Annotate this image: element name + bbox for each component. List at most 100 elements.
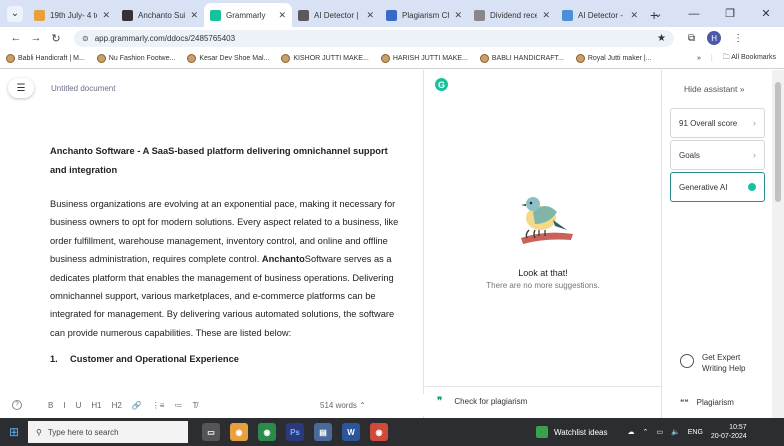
reload-button[interactable]: ↻ xyxy=(46,32,66,45)
word-icon[interactable]: W xyxy=(342,423,360,441)
browser-tab[interactable]: AI Detector | Ch ✕ xyxy=(292,3,380,27)
bookmark-item[interactable]: KISHOR JUTTI MAKE... xyxy=(281,54,369,63)
bookmark-item[interactable]: Kesar Dev Shoe Mal... xyxy=(187,54,269,63)
hide-assistant-button[interactable]: Hide assistant » xyxy=(684,84,745,94)
document-body[interactable]: Anchanto Software - A SaaS-based platfor… xyxy=(50,142,400,369)
quote-icon: ❝❝ xyxy=(680,398,689,407)
check-plagiarism-button[interactable]: ❞ Check for plagiarism xyxy=(425,386,661,416)
tray-chevron-icon[interactable]: ⌃ xyxy=(643,428,649,436)
overall-score-card[interactable]: 91 Overall score › xyxy=(670,108,765,138)
bookmark-item[interactable]: Nu Fashion Footwe... xyxy=(96,54,175,63)
assistant-panel: G Look at that! There are no more sugges… xyxy=(425,70,661,418)
page-scrollbar[interactable] xyxy=(772,70,784,418)
taskbar-search[interactable]: ⚲ Type here to search xyxy=(28,421,188,443)
tab-list: 19th July- 4 topi✕Anchanto Suite✕Grammar… xyxy=(28,3,644,27)
tab-title: Anchanto Suite xyxy=(138,10,185,20)
minimize-button[interactable]: — xyxy=(676,0,712,27)
plagiarism-button[interactable]: ❝❝ Plagiarism xyxy=(680,398,734,407)
scrollbar-thumb[interactable] xyxy=(775,82,781,202)
browser-tab[interactable]: Dividend receiv ✕ xyxy=(468,3,556,27)
goals-label: Goals xyxy=(679,150,700,160)
tab-favicon-icon xyxy=(34,9,45,21)
task-view-icon[interactable]: ▭ xyxy=(202,423,220,441)
watchlist-widget[interactable]: Watchlist ideas xyxy=(536,426,608,438)
all-bookmarks-folder[interactable]: 🗀 All Bookmarks xyxy=(723,53,776,64)
document-heading: Anchanto Software - A SaaS-based platfor… xyxy=(50,146,388,175)
format-toolbar: ? B I U H1 H2 🔗 ⋮≡ ≔ T̸ 514 words ⌃ xyxy=(0,394,424,416)
generative-ai-card[interactable]: Generative AI xyxy=(670,172,765,202)
assistant-sidebar: Hide assistant » 91 Overall score › Goal… xyxy=(661,70,772,418)
tab-title: AI Detector - Tr xyxy=(578,10,625,20)
word-count-text: 514 words xyxy=(320,400,357,410)
bookmark-item[interactable]: HARISH JUTTI MAKE... xyxy=(380,54,468,63)
extensions-icon[interactable]: ⧉ xyxy=(688,33,695,44)
profile-avatar[interactable]: H xyxy=(707,31,722,45)
tab-close-icon[interactable]: ✕ xyxy=(102,10,110,21)
bookmark-star-icon[interactable]: ★ xyxy=(657,33,666,44)
windows-start-icon[interactable]: ⊞ xyxy=(0,425,28,439)
check-plagiarism-label: Check for plagiarism xyxy=(454,397,528,406)
browser-tab[interactable]: 19th July- 4 topi ✕ xyxy=(28,3,116,27)
document-title[interactable]: Untitled document xyxy=(51,84,115,93)
forward-button[interactable]: → xyxy=(26,32,46,44)
help-icon[interactable]: ? xyxy=(12,400,22,410)
chevron-right-icon: › xyxy=(753,118,756,128)
tab-search-button[interactable]: ⌄ xyxy=(4,3,26,25)
format-tool-button[interactable]: ≔ xyxy=(174,401,182,410)
cloud-icon[interactable]: ☁ xyxy=(628,428,635,436)
site-info-icon[interactable]: ⊜ xyxy=(82,34,89,43)
volume-icon[interactable]: 🔈 xyxy=(671,428,680,436)
bird-illustration xyxy=(521,197,573,244)
bookmark-label: Royal Jutti maker |... xyxy=(587,55,652,62)
format-tool-button[interactable]: H2 xyxy=(112,401,122,410)
tab-close-icon[interactable]: ✕ xyxy=(542,10,550,21)
tab-close-icon[interactable]: ✕ xyxy=(366,10,374,21)
list-item: 1. Customer and Operational Experience xyxy=(50,350,400,368)
tab-close-icon[interactable]: ✕ xyxy=(454,10,462,21)
bookmark-item[interactable]: Royal Jutti maker |... xyxy=(575,54,652,63)
format-tool-button[interactable]: H1 xyxy=(91,401,101,410)
tab-close-icon[interactable]: ✕ xyxy=(630,10,638,21)
tab-close-icon[interactable]: ✕ xyxy=(278,10,286,21)
format-tool-button[interactable]: T̸ xyxy=(192,401,197,410)
format-tool-button[interactable]: 🔗 xyxy=(132,401,142,410)
tab-close-icon[interactable]: ✕ xyxy=(190,10,198,21)
format-tool-button[interactable]: B xyxy=(48,401,53,410)
address-bar[interactable]: ⊜ app.grammarly.com/ddocs/2485765403 ★ xyxy=(74,29,674,47)
bookmarks-more-button[interactable]: » xyxy=(697,55,701,62)
expert-help-button[interactable]: Get Expert Writing Help xyxy=(680,352,752,374)
file-explorer-icon[interactable]: ▤ xyxy=(314,423,332,441)
photoshop-icon[interactable]: Ps xyxy=(286,423,304,441)
language-indicator[interactable]: ENG xyxy=(688,429,703,436)
folder-icon: 🗀 xyxy=(722,54,730,61)
document-menu-button[interactable]: ☰ xyxy=(8,78,34,98)
tab-favicon-icon xyxy=(474,9,485,21)
clock-time: 10:57 xyxy=(729,424,747,431)
format-tool-button[interactable]: U xyxy=(76,401,82,410)
network-icon[interactable]: ▭ xyxy=(656,428,663,436)
browser-tab[interactable]: Plagiarism Chec ✕ xyxy=(380,3,468,27)
format-tool-button[interactable]: I xyxy=(63,401,65,410)
format-tool-button[interactable]: ⋮≡ xyxy=(152,401,165,410)
browser-tab[interactable]: AI Detector - Tr ✕ xyxy=(556,3,644,27)
taskbar-clock[interactable]: 10:57 20-07-2024 xyxy=(711,423,747,441)
browser-tab[interactable]: Grammarly ✕ xyxy=(204,3,292,27)
close-window-button[interactable]: ✕ xyxy=(748,0,784,27)
chrome-icon[interactable]: ◉ xyxy=(230,423,248,441)
tab-list-chevron-icon[interactable]: ⌄ xyxy=(640,0,676,27)
word-count[interactable]: 514 words ⌃ xyxy=(320,401,366,410)
restore-button[interactable]: ❐ xyxy=(712,0,748,27)
person-icon xyxy=(680,354,694,368)
windows-taskbar: ⊞ ⚲ Type here to search ▭ ◉ ◉ Ps ▤ W ◉ W… xyxy=(0,418,784,446)
bookmark-item[interactable]: Babli Handicraft | M... xyxy=(6,54,85,63)
tab-favicon-icon xyxy=(562,9,573,21)
tab-title: Grammarly xyxy=(226,10,266,20)
chrome-profile-icon[interactable]: ◉ xyxy=(258,423,276,441)
goals-card[interactable]: Goals › xyxy=(670,140,765,170)
back-button[interactable]: ← xyxy=(6,32,26,44)
menu-icon[interactable]: ⋮ xyxy=(733,33,743,44)
chrome-active-icon[interactable]: ◉ xyxy=(370,423,388,441)
empty-state-title: Look at that! xyxy=(518,268,568,278)
browser-tab[interactable]: Anchanto Suite ✕ xyxy=(116,3,204,27)
bookmark-item[interactable]: BABLI HANDICRAFT... xyxy=(479,54,564,63)
